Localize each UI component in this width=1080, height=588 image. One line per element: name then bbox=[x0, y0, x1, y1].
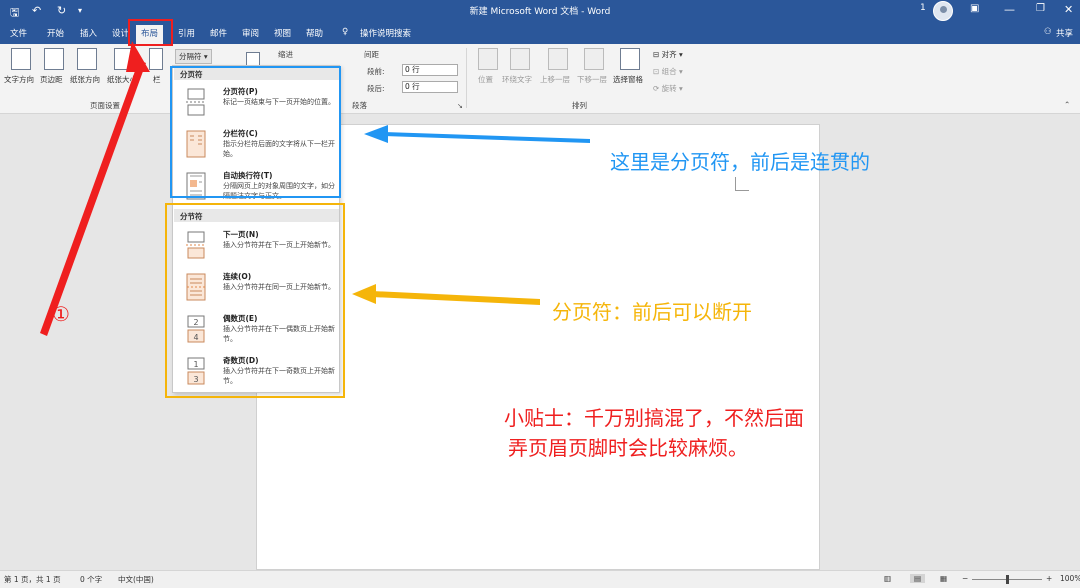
tip-line-1: 小贴士：千万别搞混了，不然后面 bbox=[504, 406, 804, 430]
breaks-button-label: 分隔符 bbox=[179, 52, 202, 61]
group-label: 组合 bbox=[661, 67, 677, 76]
language[interactable]: 中文(中国) bbox=[118, 574, 154, 585]
bring-forward-icon[interactable] bbox=[548, 48, 568, 70]
lightbulb-icon: ♀ bbox=[342, 27, 349, 37]
columns-button[interactable]: 栏 bbox=[153, 74, 161, 85]
read-mode-icon[interactable]: ▥ bbox=[884, 574, 891, 583]
align-button[interactable]: ⊟ 对齐 ▾ bbox=[653, 49, 683, 60]
wrap-text-icon[interactable] bbox=[510, 48, 530, 70]
selection-pane-button[interactable]: 选择窗格 bbox=[613, 74, 643, 85]
columns-icon[interactable] bbox=[149, 48, 163, 70]
size-button[interactable]: 纸张大小 bbox=[107, 74, 137, 85]
close-icon[interactable]: ✕ bbox=[1064, 3, 1073, 16]
share-button[interactable]: 共享 bbox=[1056, 27, 1073, 39]
paragraph-group-label: 段落 bbox=[352, 101, 367, 110]
page-breaks-highlight bbox=[170, 66, 341, 198]
restore-icon[interactable]: ❐ bbox=[1036, 3, 1045, 14]
orientation-button[interactable]: 纸张方向 bbox=[70, 74, 100, 85]
before-label: 段前: bbox=[367, 67, 385, 76]
tab-home[interactable]: 开始 bbox=[47, 27, 64, 39]
text-cursor-corner bbox=[735, 177, 749, 191]
selection-pane-icon[interactable] bbox=[620, 48, 640, 70]
tip-line-2: 弄页眉页脚时会比较麻烦。 bbox=[508, 436, 748, 460]
ribbon-display-icon[interactable]: ▣ bbox=[970, 3, 979, 14]
orientation-icon[interactable] bbox=[77, 48, 97, 70]
print-layout-icon[interactable]: ▤ bbox=[910, 574, 926, 583]
ribbon: 文字方向 页边距 纸张方向 纸张大小 栏 页面设置 分隔符 ▾ 缩进 间距 段前… bbox=[0, 44, 1080, 114]
tab-design[interactable]: 设计 bbox=[112, 27, 129, 39]
margins-button[interactable]: 页边距 bbox=[40, 74, 63, 85]
send-backward-button[interactable]: 下移一层 bbox=[577, 74, 607, 85]
user-badge: 1 bbox=[920, 3, 926, 13]
rotate-button[interactable]: ⟳ 旋转 ▾ bbox=[653, 83, 683, 94]
status-bar: 第 1 页，共 1 页 0 个字 中文(中国) ▥ ▤ ▦ − + 100% bbox=[0, 570, 1080, 588]
after-label: 段后: bbox=[367, 84, 385, 93]
bring-forward-button[interactable]: 上移一层 bbox=[540, 74, 570, 85]
align-label: 对齐 bbox=[661, 50, 677, 59]
tab-help[interactable]: 帮助 bbox=[306, 27, 323, 39]
send-backward-icon[interactable] bbox=[584, 48, 604, 70]
step-marker: ① bbox=[52, 302, 70, 326]
tell-me-search[interactable]: 操作说明搜索 bbox=[360, 27, 411, 39]
position-icon[interactable] bbox=[478, 48, 498, 70]
wrap-text-button[interactable]: 环绕文字 bbox=[502, 74, 532, 85]
tab-mailings[interactable]: 邮件 bbox=[210, 27, 227, 39]
page-break-note: 这里是分页符，前后是连贯的 bbox=[610, 150, 870, 174]
window-title: 新建 Microsoft Word 文档 - Word bbox=[469, 7, 611, 17]
text-direction-icon[interactable] bbox=[11, 48, 31, 70]
tab-view[interactable]: 视图 bbox=[274, 27, 291, 39]
breaks-button[interactable]: 分隔符 ▾ bbox=[175, 49, 212, 64]
section-breaks-highlight bbox=[165, 203, 345, 398]
indent-label: 缩进 bbox=[278, 50, 293, 59]
spacing-after-input[interactable]: 0 行 bbox=[402, 81, 458, 93]
zoom-slider-thumb[interactable] bbox=[1006, 575, 1009, 584]
spacing-before-input[interactable]: 0 行 bbox=[402, 64, 458, 76]
layout-tab-highlight bbox=[128, 19, 173, 46]
tab-file[interactable]: 文件 bbox=[10, 27, 27, 39]
zoom-out-icon[interactable]: − bbox=[962, 574, 968, 583]
page-setup-group-label: 页面设置 bbox=[90, 101, 120, 110]
section-break-note: 分页符：前后可以断开 bbox=[552, 300, 752, 324]
group-button[interactable]: ⊡ 组合 ▾ bbox=[653, 66, 683, 77]
tab-insert[interactable]: 插入 bbox=[80, 27, 97, 39]
size-icon[interactable] bbox=[114, 48, 134, 70]
page-count[interactable]: 第 1 页，共 1 页 bbox=[4, 574, 61, 585]
avatar[interactable] bbox=[933, 1, 953, 21]
position-button[interactable]: 位置 bbox=[478, 74, 493, 85]
spacing-label: 间距 bbox=[364, 50, 379, 59]
zoom-level[interactable]: 100% bbox=[1060, 574, 1080, 583]
minimize-icon[interactable]: — bbox=[1004, 3, 1015, 16]
web-layout-icon[interactable]: ▦ bbox=[940, 574, 947, 583]
tab-review[interactable]: 审阅 bbox=[242, 27, 259, 39]
arrange-group-label: 排列 bbox=[572, 101, 587, 110]
rotate-label: 旋转 bbox=[661, 84, 677, 93]
collapse-ribbon-icon[interactable]: ⌃ bbox=[1064, 100, 1070, 109]
margins-icon[interactable] bbox=[44, 48, 64, 70]
line-numbers-icon[interactable] bbox=[246, 52, 260, 66]
word-count[interactable]: 0 个字 bbox=[80, 574, 102, 585]
tab-references[interactable]: 引用 bbox=[178, 27, 195, 39]
paragraph-launcher-icon[interactable]: ↘ bbox=[457, 102, 463, 110]
text-direction-button[interactable]: 文字方向 bbox=[4, 74, 34, 85]
zoom-in-icon[interactable]: + bbox=[1046, 574, 1052, 583]
group-separator bbox=[466, 48, 467, 108]
share-icon: ⚇ bbox=[1044, 27, 1052, 37]
